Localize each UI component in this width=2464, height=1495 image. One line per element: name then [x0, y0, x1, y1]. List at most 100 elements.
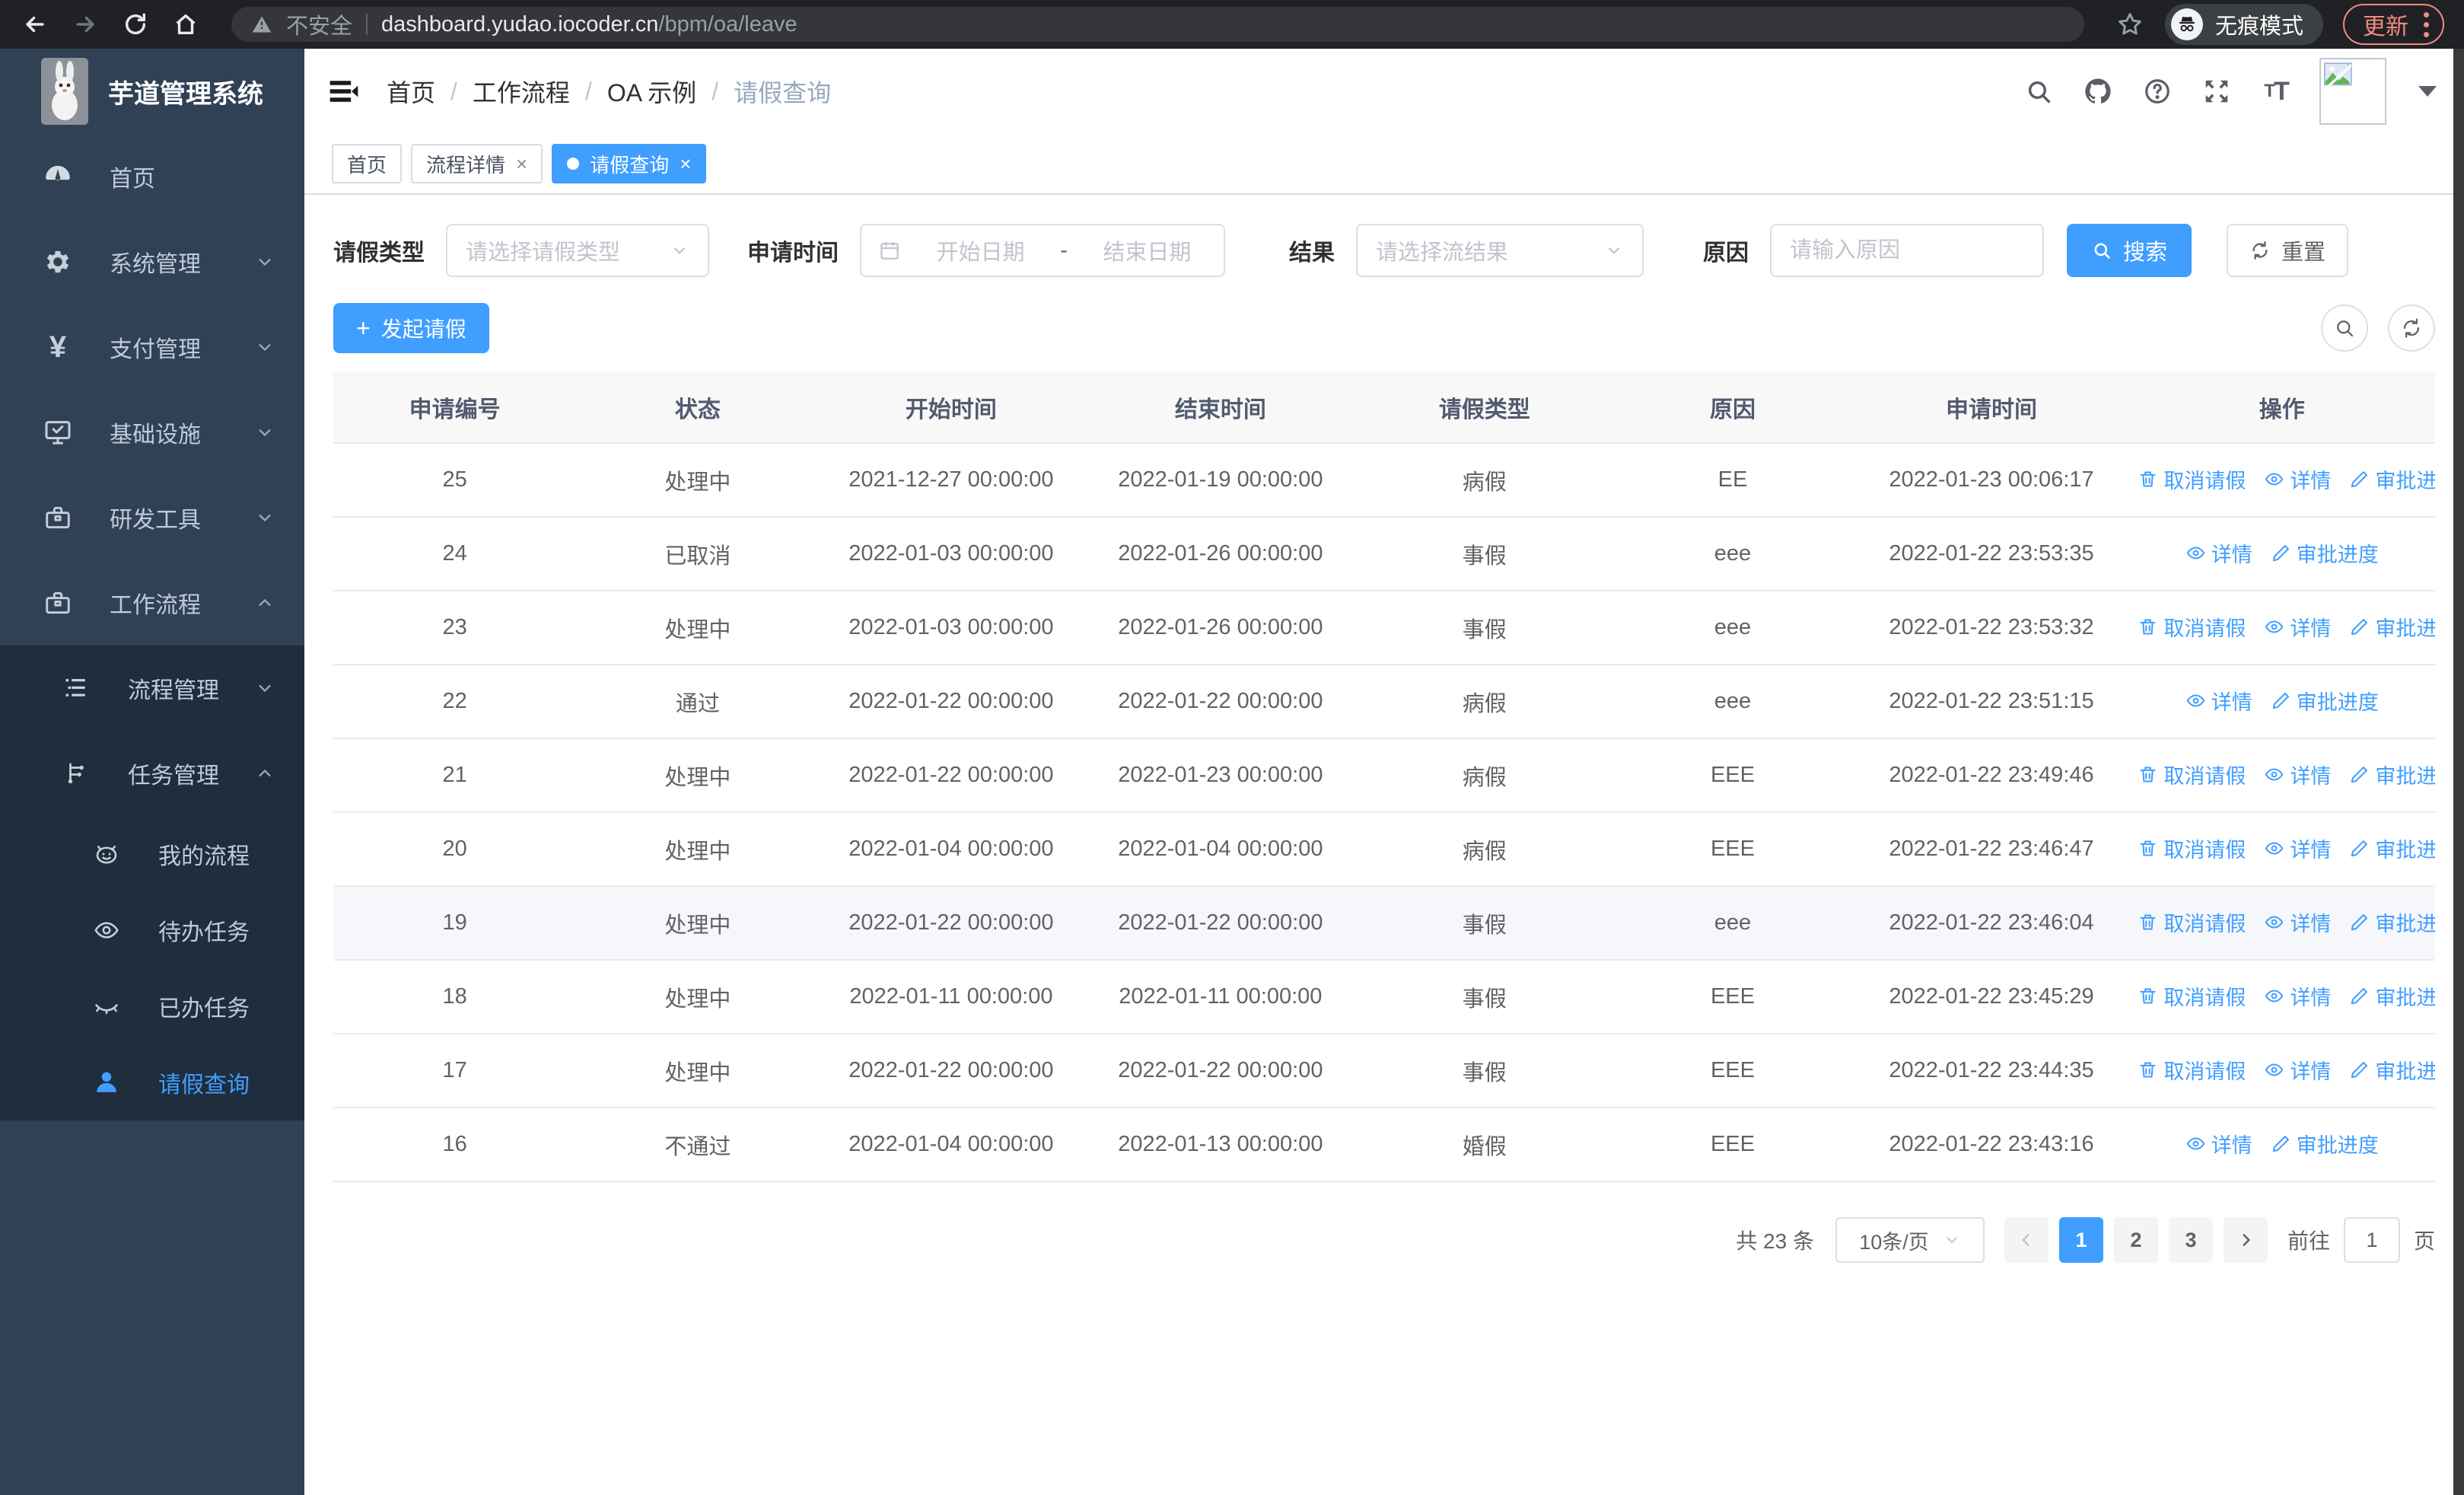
cancel-leave-action[interactable]: 取消请假	[2138, 612, 2246, 642]
cancel-leave-action[interactable]: 取消请假	[2138, 1055, 2246, 1085]
reason-input[interactable]	[1770, 224, 2044, 277]
help-icon[interactable]	[2141, 75, 2173, 107]
bookmark-star-icon[interactable]	[2115, 9, 2145, 40]
approval-progress-action[interactable]: 审批进度	[2271, 538, 2379, 568]
sidebar-item-process-mgmt[interactable]: 流程管理	[0, 645, 304, 731]
sidebar-logo[interactable]: 芋道管理系统	[0, 49, 304, 134]
sidebar-item-task-mgmt[interactable]: 任务管理	[0, 731, 304, 816]
sidebar-item-infra[interactable]: 基础设施	[0, 390, 304, 475]
approval-progress-action[interactable]: 审批进度	[2349, 760, 2435, 789]
browser-scrollbar[interactable]	[2453, 49, 2464, 1495]
goto-page-input[interactable]	[2343, 1217, 2400, 1263]
sidebar-item-label: 工作流程	[110, 593, 201, 618]
back-icon[interactable]	[20, 9, 50, 40]
active-tab-dot	[567, 158, 580, 170]
incognito-icon	[2170, 8, 2203, 40]
approval-progress-action[interactable]: 审批进度	[2349, 907, 2435, 937]
forward-icon[interactable]	[70, 9, 100, 40]
table-cell: 2022-01-22 00:00:00	[1083, 1034, 1358, 1108]
sidebar-collapse-icon[interactable]	[327, 75, 361, 108]
tab-leave-query[interactable]: 请假查询 ×	[552, 144, 707, 183]
detail-action[interactable]: 详情	[2264, 612, 2331, 642]
approval-progress-action[interactable]: 审批进度	[2349, 464, 2435, 494]
sidebar-item-todo-tasks[interactable]: 待办任务	[0, 892, 304, 968]
detail-action[interactable]: 详情	[2264, 907, 2331, 937]
page-size-select[interactable]: 10条/页	[1835, 1217, 1985, 1263]
sidebar-item-done-tasks[interactable]: 已办任务	[0, 968, 304, 1044]
breadcrumb-oa-example[interactable]: OA 示例	[607, 74, 696, 109]
close-icon[interactable]: ×	[516, 152, 527, 176]
reset-button[interactable]: 重置	[2227, 224, 2349, 277]
sidebar-item-dev[interactable]: 研发工具	[0, 475, 304, 560]
table-cell: 处理中	[576, 886, 820, 961]
sidebar-item-label: 系统管理	[110, 252, 201, 277]
avatar-caret-icon[interactable]	[2418, 86, 2437, 97]
apply-time-range-picker[interactable]: 开始日期 - 结束日期	[860, 224, 1225, 277]
page-button-2[interactable]: 2	[2113, 1217, 2158, 1263]
table-cell: 2022-01-26 00:00:00	[1083, 591, 1358, 665]
page-content: 请假类型 请选择请假类型 申请时间 开始日期 - 结束日期 结果 请选择流结果 …	[304, 195, 2464, 1495]
cancel-leave-action[interactable]: 取消请假	[2138, 834, 2246, 863]
next-page-button[interactable]	[2223, 1217, 2268, 1263]
detail-action[interactable]: 详情	[2264, 834, 2331, 863]
sidebar-item-system[interactable]: 系统管理	[0, 219, 304, 304]
detail-action[interactable]: 详情	[2185, 538, 2252, 568]
detail-action[interactable]: 详情	[2185, 686, 2252, 716]
detail-action[interactable]: 详情	[2264, 981, 2331, 1011]
page-button-1[interactable]: 1	[2058, 1217, 2103, 1263]
edit-pen-icon	[2351, 471, 2368, 488]
table-cell: EEE	[1611, 1108, 1854, 1182]
browser-menu-icon[interactable]	[2424, 11, 2429, 37]
leave-type-select[interactable]: 请选择请假类型	[446, 224, 709, 277]
edit-pen-icon	[2351, 914, 2368, 931]
breadcrumb-home[interactable]: 首页	[387, 74, 435, 109]
approval-progress-action[interactable]: 审批进度	[2349, 834, 2435, 863]
cancel-leave-action[interactable]: 取消请假	[2138, 981, 2246, 1011]
approval-progress-action[interactable]: 审批进度	[2349, 981, 2435, 1011]
detail-action[interactable]: 详情	[2264, 760, 2331, 789]
column-header: 申请编号	[333, 371, 577, 444]
sidebar-item-home[interactable]: 首页	[0, 134, 304, 219]
result-select[interactable]: 请选择流结果	[1356, 224, 1644, 277]
pager: 123	[2004, 1217, 2268, 1263]
approval-progress-action[interactable]: 审批进度	[2271, 1129, 2379, 1159]
close-icon[interactable]: ×	[680, 152, 691, 176]
cancel-leave-action[interactable]: 取消请假	[2138, 907, 2246, 937]
refresh-table-button[interactable]	[2388, 304, 2435, 352]
prev-page-button[interactable]	[2004, 1217, 2049, 1263]
avatar[interactable]	[2319, 58, 2386, 125]
update-button[interactable]: 更新	[2343, 4, 2444, 45]
eye-icon	[2186, 1137, 2205, 1150]
tab-process-detail[interactable]: 流程详情 ×	[411, 144, 543, 183]
toggle-search-button[interactable]	[2321, 304, 2368, 352]
sidebar-item-workflow[interactable]: 工作流程	[0, 560, 304, 645]
reload-icon[interactable]	[120, 9, 151, 40]
table-cell: 19	[333, 886, 577, 961]
approval-progress-action[interactable]: 审批进度	[2349, 612, 2435, 642]
reset-button-label: 重置	[2281, 241, 2326, 265]
create-leave-button[interactable]: + 发起请假	[333, 303, 489, 353]
sidebar-item-my-process[interactable]: 我的流程	[0, 816, 304, 892]
header-search-icon[interactable]	[2023, 75, 2055, 107]
approval-progress-action[interactable]: 审批进度	[2271, 686, 2379, 716]
font-size-icon[interactable]: TT	[2260, 75, 2292, 107]
cancel-leave-action[interactable]: 取消请假	[2138, 760, 2246, 789]
github-icon[interactable]	[2082, 75, 2114, 107]
tab-home[interactable]: 首页	[332, 144, 403, 183]
sidebar-item-pay[interactable]: ¥ 支付管理	[0, 304, 304, 390]
sidebar-item-leave-query[interactable]: 请假查询	[0, 1044, 304, 1120]
search-button[interactable]: 搜索	[2067, 224, 2192, 277]
chevron-up-icon	[254, 592, 275, 614]
table-cell: eee	[1611, 591, 1854, 665]
detail-action[interactable]: 详情	[2264, 464, 2331, 494]
cancel-leave-action[interactable]: 取消请假	[2138, 464, 2246, 494]
detail-action[interactable]: 详情	[2264, 1055, 2331, 1085]
address-bar[interactable]: 不安全 dashboard.yudao.iocoder.cn/bpm/oa/le…	[231, 7, 2084, 42]
actions-cell: 取消请假详情审批进度	[2128, 886, 2435, 961]
breadcrumb-workflow[interactable]: 工作流程	[473, 74, 570, 109]
fullscreen-icon[interactable]	[2201, 75, 2233, 107]
detail-action[interactable]: 详情	[2185, 1129, 2252, 1159]
page-button-3[interactable]: 3	[2168, 1217, 2213, 1263]
home-icon[interactable]	[170, 9, 201, 40]
approval-progress-action[interactable]: 审批进度	[2349, 1055, 2435, 1085]
